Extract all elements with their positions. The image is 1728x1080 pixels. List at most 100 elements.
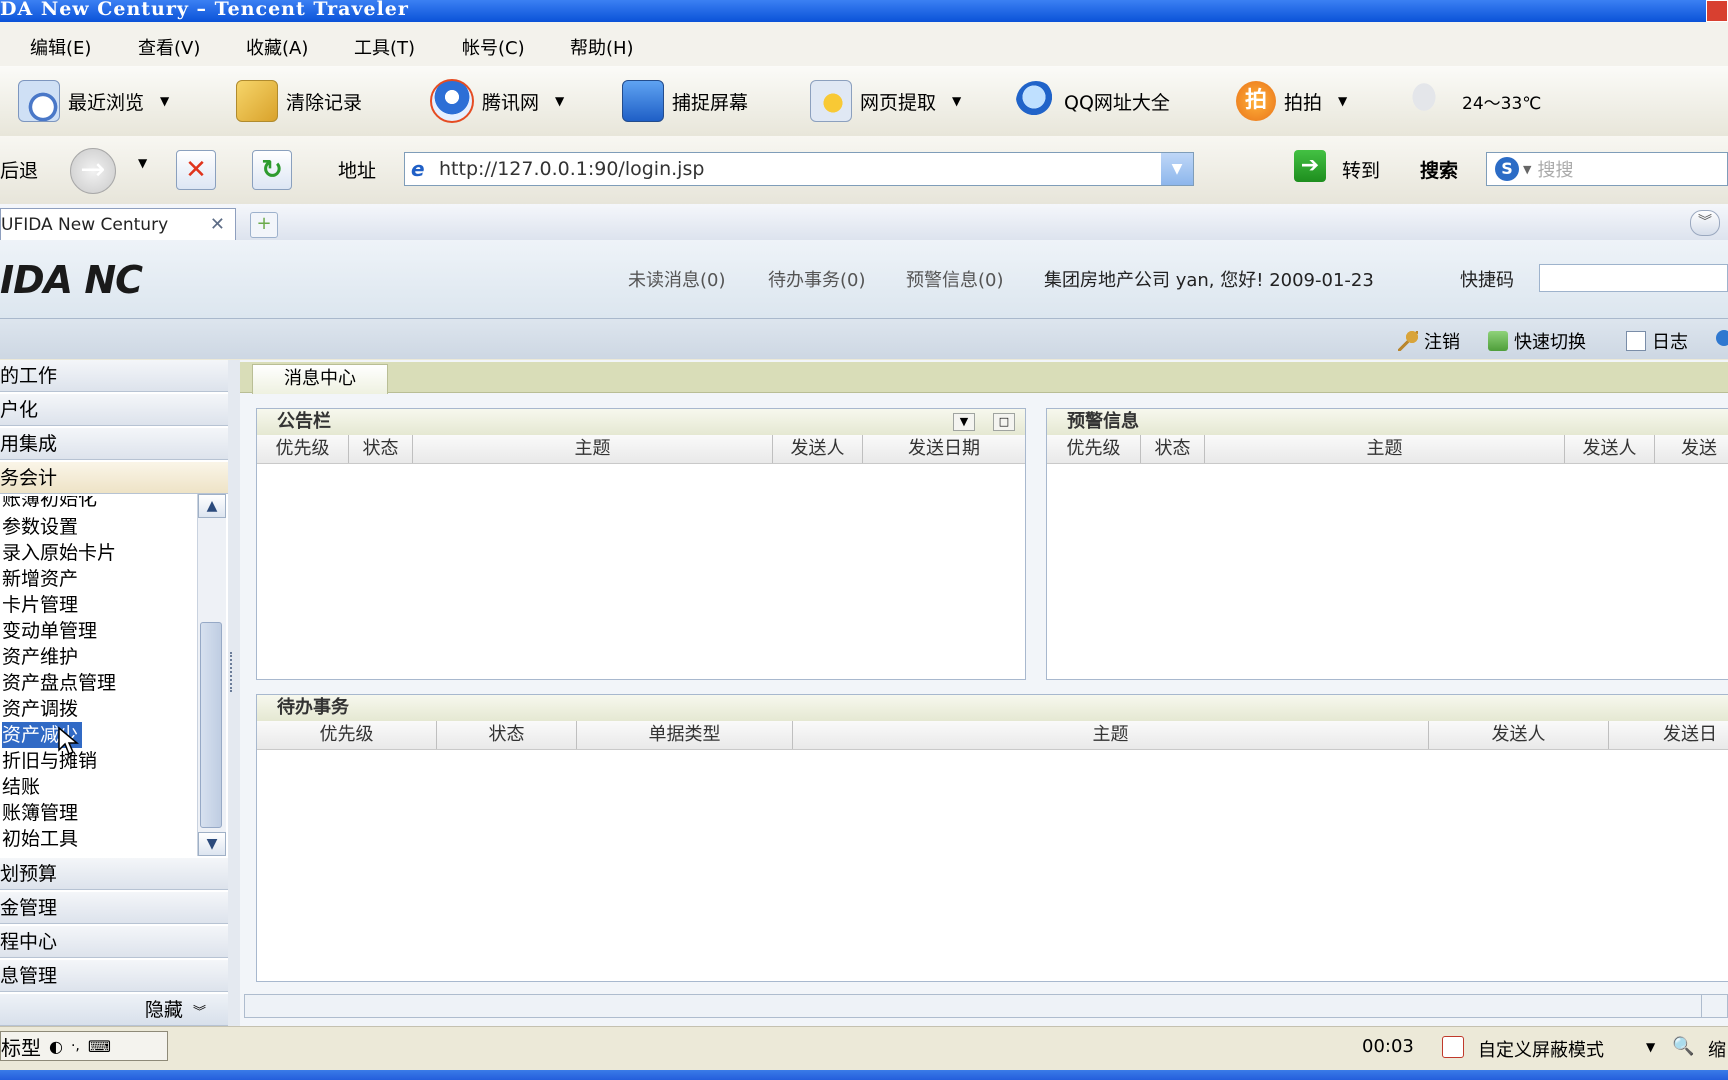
switch-icon (1488, 331, 1508, 351)
refresh-icon[interactable]: ↻ (252, 150, 292, 190)
sogou-icon: S (1495, 157, 1519, 181)
col-sender[interactable]: 发送人 (1429, 721, 1609, 749)
col-sender[interactable]: 发送人 (773, 435, 863, 463)
sidebar-category-finance[interactable]: 务会计 (0, 462, 228, 494)
col-status[interactable]: 状态 (349, 435, 413, 463)
menu-help[interactable]: 帮助(H) (570, 34, 634, 60)
address-input[interactable]: e http://127.0.0.1:90/login.jsp ▼ (404, 152, 1194, 186)
sidebar-item-transfer[interactable]: 资产调拨 (2, 696, 78, 722)
recent-button[interactable]: 最近浏览 ▼ (18, 66, 169, 136)
paipai-button[interactable]: 拍 拍拍 ▼ (1236, 66, 1347, 136)
sidebar-category-funds[interactable]: 金管理 (0, 892, 228, 924)
block-mode-label[interactable]: 自定义屏蔽模式 (1478, 1036, 1604, 1062)
menu-bar: 编辑(E) 查看(V) 收藏(A) 工具(T) 帐号(C) 帮助(H) (0, 22, 1728, 67)
sidebar-item-depreciation[interactable]: 折旧与摊销 (2, 748, 97, 774)
scroll-up-icon[interactable]: ▲ (198, 494, 226, 518)
alerts-link[interactable]: 预警信息(0) (906, 266, 1004, 292)
todo-link[interactable]: 待办事务(0) (768, 266, 866, 292)
help-globe-icon[interactable] (1716, 330, 1728, 346)
page-extract-button[interactable]: 网页提取 ▼ (810, 66, 961, 136)
back-button[interactable]: 后退 (0, 156, 38, 183)
address-dropdown-icon[interactable]: ▼ (1161, 153, 1193, 185)
sidebar-hide-button[interactable]: 隐藏 ︾ (0, 994, 228, 1026)
capture-screen-button[interactable]: 捕捉屏幕 (622, 66, 748, 136)
menu-favorites[interactable]: 收藏(A) (246, 34, 308, 60)
scroll-down-icon[interactable]: ▼ (198, 832, 226, 856)
sidebar-scroll-thumb[interactable] (200, 622, 222, 828)
address-label: 地址 (338, 160, 377, 182)
sidebar-item-init-tools[interactable]: 初始工具 (2, 826, 78, 852)
bulletin-maximize-icon[interactable]: □ (993, 413, 1015, 431)
sidebar-item-params[interactable]: 参数设置 (2, 514, 78, 540)
ime-label: 标型 (1, 1035, 41, 1060)
col-priority[interactable]: 优先级 (1047, 435, 1141, 463)
bulletin-collapse-icon[interactable]: ▼ (953, 413, 975, 431)
sidebar-category-info-mgmt[interactable]: 息管理 (0, 960, 228, 992)
weather-widget[interactable]: 24～33℃ (1404, 66, 1541, 136)
col-priority[interactable]: 优先级 (257, 721, 437, 749)
sidebar-item-ledger-mgmt[interactable]: 账簿管理 (2, 800, 78, 826)
search-engine-dropdown-icon[interactable]: ▼ (1523, 163, 1531, 176)
menu-tools[interactable]: 工具(T) (354, 34, 415, 60)
clock-icon (18, 80, 60, 122)
sidebar-item-card-mgmt[interactable]: 卡片管理 (2, 592, 78, 618)
logout-link[interactable]: 注销 (1398, 328, 1460, 354)
tencent-dropdown-icon[interactable]: ▼ (555, 94, 564, 108)
menu-view[interactable]: 查看(V) (138, 34, 200, 60)
tab-close-icon[interactable]: ✕ (210, 214, 225, 235)
tab-list-chevron-icon[interactable]: ︾ (1690, 210, 1720, 236)
stop-icon[interactable]: ✕ (176, 150, 216, 190)
keyboard-icon[interactable]: ⌨ (88, 1037, 111, 1056)
col-subject[interactable]: 主题 (793, 721, 1429, 749)
close-window-button[interactable] (1706, 0, 1728, 22)
sidebar-item-original-card[interactable]: 录入原始卡片 (2, 540, 116, 566)
col-subject[interactable]: 主题 (413, 435, 773, 463)
zoom-label[interactable]: 缩 (1708, 1036, 1726, 1062)
sidebar-category-process-center[interactable]: 程中心 (0, 926, 228, 958)
clear-history-button[interactable]: 清除记录 (236, 66, 362, 136)
col-send-date[interactable]: 发送 (1655, 435, 1728, 463)
menu-edit[interactable]: 编辑(E) (30, 34, 91, 60)
sidebar-category-app-integration[interactable]: 用集成 (0, 428, 228, 460)
search-input[interactable]: S ▼ 搜搜 (1486, 152, 1728, 186)
forward-dropdown-icon[interactable]: ▼ (138, 156, 147, 170)
block-mode-dropdown-icon[interactable]: ▼ (1646, 1040, 1655, 1054)
quick-code-input[interactable] (1539, 264, 1728, 292)
forward-arrow-icon[interactable]: → (70, 148, 116, 194)
sidebar-category-my-work[interactable]: 的工作 (0, 360, 228, 392)
paipai-dropdown-icon[interactable]: ▼ (1338, 94, 1347, 108)
col-priority[interactable]: 优先级 (257, 435, 349, 463)
col-status[interactable]: 状态 (1141, 435, 1205, 463)
punctuation-icon[interactable]: ·, (71, 1038, 80, 1054)
page-extract-dropdown-icon[interactable]: ▼ (952, 94, 961, 108)
qq-urls-button[interactable]: QQ网址大全 (1016, 66, 1170, 136)
col-send-date[interactable]: 发送日期 (863, 435, 1025, 463)
quick-switch-link[interactable]: 快速切换 (1488, 328, 1586, 354)
go-button[interactable]: 转到 (1342, 156, 1380, 183)
sidebar-item-inventory[interactable]: 资产盘点管理 (2, 670, 116, 696)
tab-message-center[interactable]: 消息中心 (252, 364, 388, 394)
zoom-magnifier-icon[interactable]: 🔍 (1672, 1036, 1694, 1057)
go-arrow-icon[interactable]: ➔ (1294, 150, 1326, 182)
sidebar-category-budget[interactable]: 划预算 (0, 858, 228, 890)
col-doc-type[interactable]: 单据类型 (577, 721, 793, 749)
tencent-button[interactable]: 腾讯网 ▼ (430, 66, 564, 136)
recent-dropdown-icon[interactable]: ▼ (160, 94, 169, 108)
ime-bar[interactable]: 标型 ◐ ·, ⌨ (0, 1031, 168, 1061)
menu-account[interactable]: 帐号(C) (462, 34, 525, 60)
unread-messages-link[interactable]: 未读消息(0) (628, 266, 726, 292)
sidebar-item-new-asset[interactable]: 新增资产 (2, 566, 78, 592)
sidebar-category-personalize[interactable]: 户化 (0, 394, 228, 426)
col-status[interactable]: 状态 (437, 721, 577, 749)
new-tab-icon[interactable]: + (250, 212, 278, 238)
sidebar-item-change-order[interactable]: 变动单管理 (2, 618, 97, 644)
col-send-date[interactable]: 发送日 (1609, 721, 1728, 749)
col-sender[interactable]: 发送人 (1565, 435, 1655, 463)
sidebar-item-closing[interactable]: 结账 (2, 774, 40, 800)
log-link[interactable]: 日志 (1626, 328, 1688, 354)
moon-icon[interactable]: ◐ (49, 1037, 63, 1056)
sidebar-splitter[interactable] (228, 360, 240, 1026)
col-subject[interactable]: 主题 (1205, 435, 1565, 463)
tab-ufida[interactable]: UFIDA New Century ✕ (0, 208, 236, 240)
sidebar-item-asset-maintain[interactable]: 资产维护 (2, 644, 78, 670)
